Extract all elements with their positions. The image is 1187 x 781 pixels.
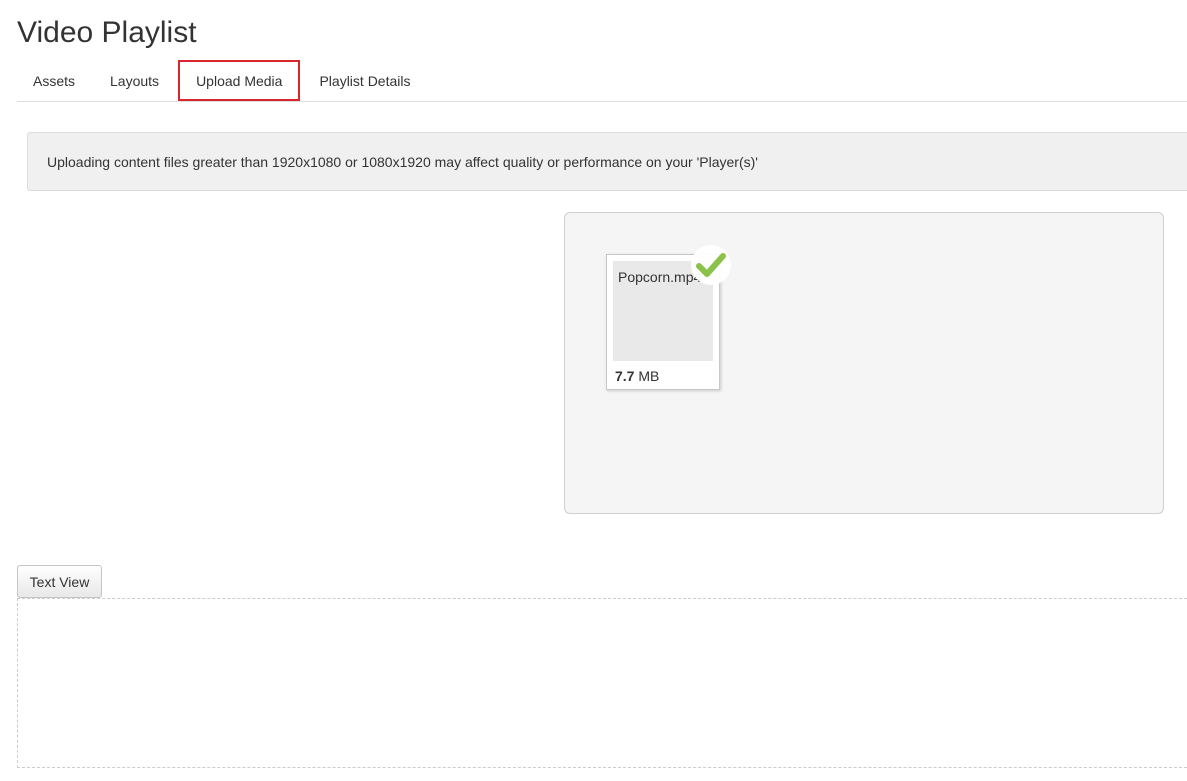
notice-text: Uploading content files greater than 192… xyxy=(47,153,758,170)
text-view-area[interactable] xyxy=(17,598,1187,768)
page-title: Video Playlist xyxy=(17,16,197,49)
file-size-unit: MB xyxy=(634,368,660,384)
upload-dropzone[interactable]: Popcorn.mp4 7.7 MB xyxy=(564,212,1164,514)
tab-layouts[interactable]: Layouts xyxy=(94,60,175,101)
file-name: Popcorn.mp4 xyxy=(618,269,702,285)
upload-success-badge xyxy=(691,245,731,285)
tab-assets[interactable]: Assets xyxy=(17,60,91,101)
checkmark-icon xyxy=(696,253,726,277)
file-size: 7.7 MB xyxy=(615,368,659,384)
tab-playlist-details[interactable]: Playlist Details xyxy=(303,60,426,101)
tab-bar: Assets Layouts Upload Media Playlist Det… xyxy=(17,60,1187,102)
resolution-notice: Uploading content files greater than 192… xyxy=(27,132,1187,191)
file-size-value: 7.7 xyxy=(615,368,635,384)
uploaded-file-card[interactable]: Popcorn.mp4 7.7 MB xyxy=(606,245,731,390)
text-view-button[interactable]: Text View xyxy=(17,565,102,598)
tab-upload-media[interactable]: Upload Media xyxy=(178,60,301,101)
